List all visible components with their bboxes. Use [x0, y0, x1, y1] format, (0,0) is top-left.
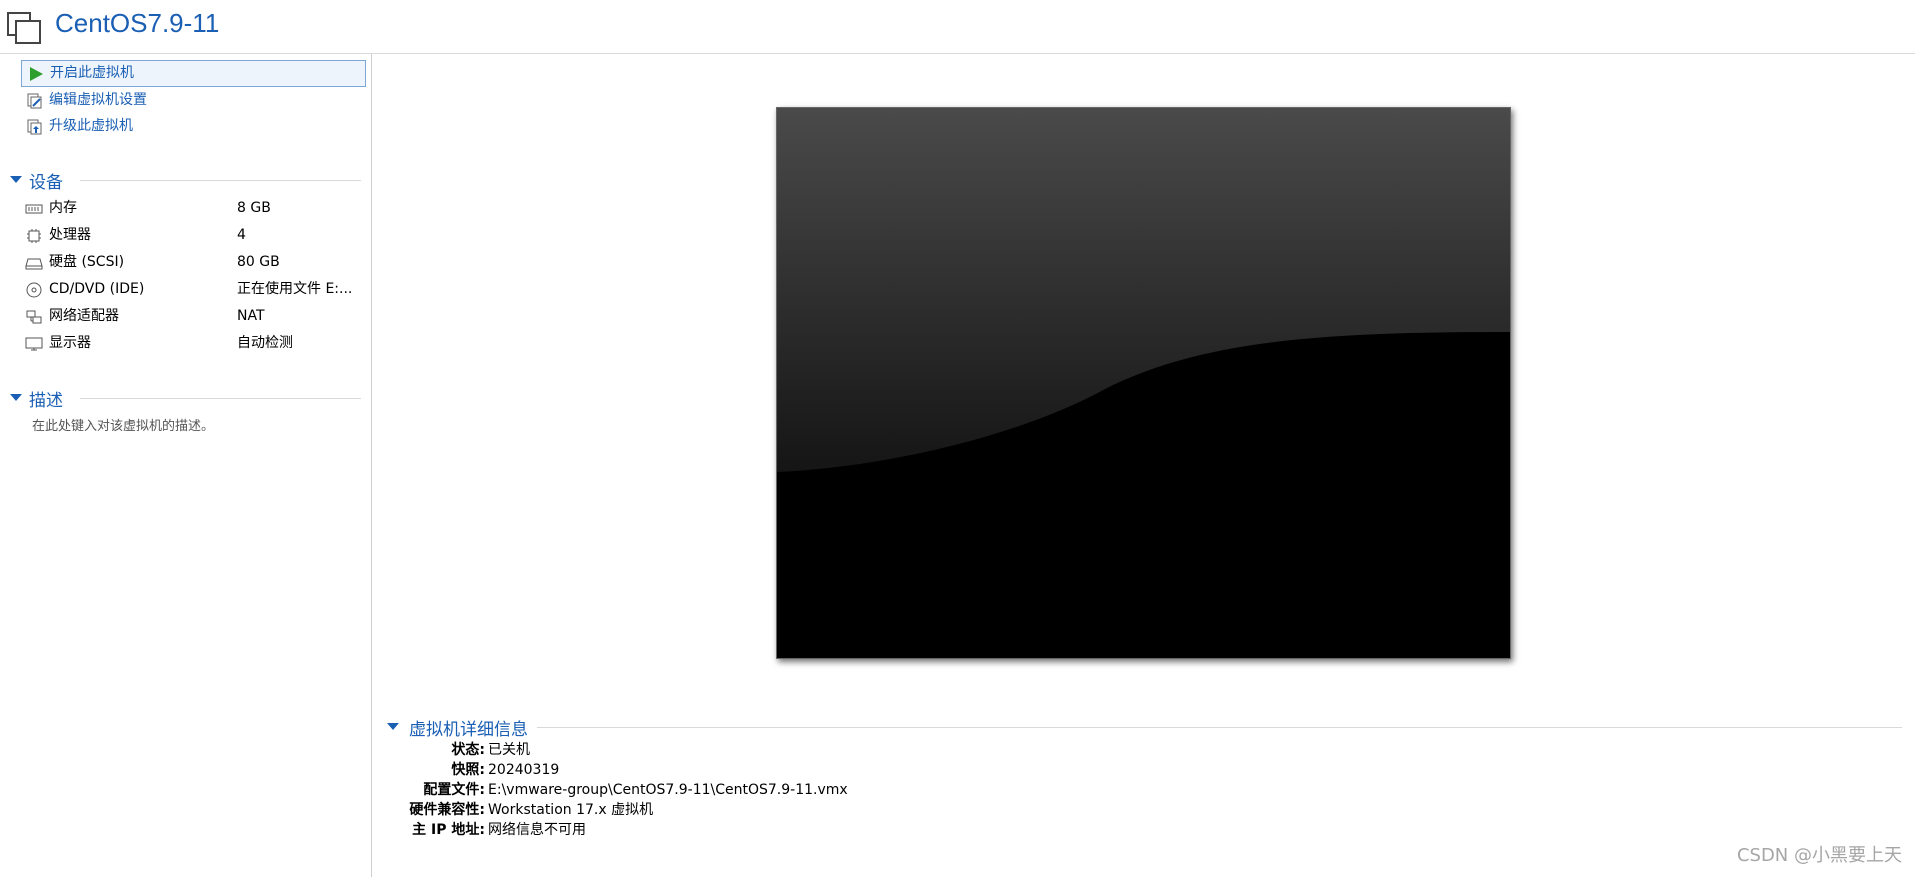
- cd-dvd-icon: [26, 282, 42, 298]
- detail-row-ip-address: 主 IP 地址: 网络信息不可用: [385, 820, 1902, 840]
- device-name: 显示器: [49, 335, 91, 351]
- device-row-network-adapter[interactable]: 网络适配器 NAT: [8, 303, 361, 330]
- detail-value: 已关机: [488, 742, 530, 758]
- description-section: 描述 在此处键入对该虚拟机的描述。: [8, 385, 361, 445]
- device-list: 内存 8 GB 处理器 4 硬盘 (SCSI) 80 GB CD/DVD (ID…: [8, 195, 361, 357]
- detail-key: 主 IP 地址:: [412, 822, 485, 838]
- devices-header[interactable]: 设备: [8, 167, 361, 193]
- detail-value: E:\vmware-group\CentOS7.9-11\CentOS7.9-1…: [488, 782, 848, 798]
- devices-title: 设备: [29, 173, 63, 193]
- divider: [80, 398, 361, 399]
- device-name: CD/DVD (IDE): [49, 281, 145, 297]
- network-adapter-icon: [26, 310, 42, 324]
- power-on-vm-label: 开启此虚拟机: [50, 65, 134, 81]
- screen-gloss: [777, 108, 1510, 658]
- collapse-triangle-icon[interactable]: [387, 723, 399, 730]
- harddisk-icon: [25, 258, 43, 270]
- vm-details-title: 虚拟机详细信息: [409, 720, 528, 740]
- detail-row-snapshot: 快照: 20240319: [385, 760, 1902, 780]
- device-value: 4: [237, 227, 246, 243]
- display-icon: [25, 337, 43, 351]
- details-list: 状态: 已关机 快照: 20240319 配置文件: E:\vmware-group\…: [385, 740, 1902, 840]
- device-value: NAT: [237, 308, 265, 324]
- detail-row-state: 状态: 已关机: [385, 740, 1902, 760]
- description-placeholder[interactable]: 在此处键入对该虚拟机的描述。: [32, 415, 214, 434]
- upgrade-vm-label: 升级此虚拟机: [49, 118, 133, 134]
- left-panel: 开启此虚拟机 编辑虚拟机设置 升级此虚拟机 设备 内存 8 GB 处理器 4 硬…: [0, 54, 372, 877]
- vm-title: CentOS7.9-11: [55, 8, 220, 38]
- detail-row-config-file: 配置文件: E:\vmware-group\CentOS7.9-11\CentOS…: [385, 780, 1902, 800]
- edit-settings-icon: [27, 93, 42, 109]
- main-panel: 虚拟机详细信息 状态: 已关机 快照: 20240319 配置文件: E:\vmwar…: [372, 54, 1915, 877]
- device-name: 硬盘 (SCSI): [49, 254, 125, 270]
- edit-vm-settings-button[interactable]: 编辑虚拟机设置: [21, 88, 366, 113]
- device-row-cd-dvd[interactable]: CD/DVD (IDE) 正在使用文件 E:...: [8, 276, 361, 303]
- collapse-triangle-icon[interactable]: [10, 394, 22, 401]
- vm-icon: [7, 12, 41, 44]
- header-bar: CentOS7.9-11: [0, 0, 1915, 54]
- device-row-display[interactable]: 显示器 自动检测: [8, 330, 361, 357]
- device-row-processor[interactable]: 处理器 4: [8, 222, 361, 249]
- device-row-harddisk[interactable]: 硬盘 (SCSI) 80 GB: [8, 249, 361, 276]
- device-value: 自动检测: [237, 335, 293, 351]
- detail-key: 状态:: [451, 742, 485, 758]
- device-value: 80 GB: [237, 254, 280, 270]
- device-value: 8 GB: [237, 200, 271, 216]
- device-name: 处理器: [49, 227, 91, 243]
- vm-screen-thumbnail[interactable]: [776, 107, 1511, 659]
- detail-value: 网络信息不可用: [488, 822, 586, 838]
- collapse-triangle-icon[interactable]: [10, 176, 22, 183]
- device-name: 内存: [49, 200, 77, 216]
- devices-section: 设备 内存 8 GB 处理器 4 硬盘 (SCSI) 80 GB CD/DVD …: [8, 167, 361, 357]
- detail-key: 硬件兼容性:: [409, 802, 485, 818]
- watermark: CSDN @小黑要上天: [1736, 845, 1902, 866]
- detail-row-hardware-compat: 硬件兼容性: Workstation 17.x 虚拟机: [385, 800, 1902, 820]
- cpu-icon: [27, 229, 41, 243]
- power-on-vm-button[interactable]: 开启此虚拟机: [21, 60, 366, 87]
- detail-value: 20240319: [488, 762, 560, 778]
- play-icon: [30, 67, 43, 81]
- memory-icon: [25, 204, 43, 214]
- upgrade-icon: [27, 119, 42, 135]
- device-value: 正在使用文件 E:...: [237, 281, 353, 297]
- detail-value: Workstation 17.x 虚拟机: [488, 802, 654, 818]
- device-row-memory[interactable]: 内存 8 GB: [8, 195, 361, 222]
- device-name: 网络适配器: [49, 308, 119, 324]
- edit-vm-settings-label: 编辑虚拟机设置: [49, 92, 147, 108]
- detail-key: 配置文件:: [423, 782, 485, 798]
- divider: [537, 727, 1902, 728]
- vm-details-section: 虚拟机详细信息 状态: 已关机 快照: 20240319 配置文件: E:\vmwar…: [385, 714, 1902, 840]
- description-title: 描述: [29, 391, 63, 411]
- upgrade-vm-button[interactable]: 升级此虚拟机: [21, 114, 366, 139]
- divider: [80, 180, 361, 181]
- detail-key: 快照:: [451, 762, 485, 778]
- actions-list: 开启此虚拟机 编辑虚拟机设置 升级此虚拟机: [21, 60, 366, 140]
- vm-details-header[interactable]: 虚拟机详细信息: [385, 714, 1902, 740]
- description-header[interactable]: 描述: [8, 385, 361, 411]
